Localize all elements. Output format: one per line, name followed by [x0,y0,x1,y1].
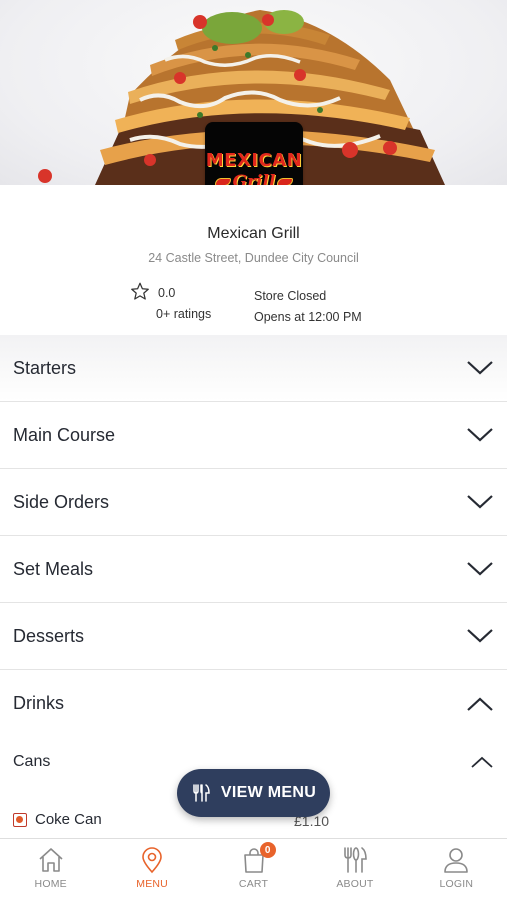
subcategory-label: Cans [13,753,51,770]
item-select-checkbox[interactable] [13,813,27,827]
chili-pepper-icon [214,177,231,185]
location-pin-icon [142,847,162,874]
category-row-side-orders[interactable]: Side Orders [0,469,507,536]
view-menu-button[interactable]: VIEW MENU [177,769,330,817]
nav-label: LOGIN [439,878,474,890]
category-label: Set Meals [13,558,94,579]
store-opening-time: Opens at 12:00 PM [254,310,362,324]
chevron-down-icon [467,629,493,643]
rating-block: 0.0 0+ ratings [130,282,250,324]
category-label: Desserts [13,625,85,646]
store-status: Store Closed Opens at 12:00 PM [254,286,362,328]
view-menu-label: VIEW MENU [220,784,317,801]
rating-value: 0.0 [158,286,176,300]
category-row-desserts[interactable]: Desserts [0,603,507,670]
star-icon [131,282,149,300]
category-list: Starters Main Course Side Orders Set Mea… [0,335,507,737]
cutlery-icon [193,784,210,802]
nav-login[interactable]: LOGIN [406,839,507,900]
logo-text-top: MEXICAN [205,149,303,171]
category-label: Starters [13,357,77,378]
category-label: Side Orders [13,491,110,512]
store-name: Mexican Grill [207,225,300,242]
rating-count: 0+ ratings [156,307,212,321]
category-row-drinks[interactable]: Drinks [0,670,507,737]
nav-about[interactable]: ABOUT [304,839,405,900]
chevron-down-icon [467,361,493,375]
chevron-down-icon [467,562,493,576]
bottom-navigation: HOME MENU 0 CART ABOUT LOGIN [0,838,507,900]
item-name: Coke Can [35,811,102,828]
cutlery-icon [344,847,367,873]
chevron-down-icon [467,495,493,509]
category-row-set-meals[interactable]: Set Meals [0,536,507,603]
category-label: Main Course [13,424,116,445]
nav-label: HOME [34,878,67,890]
nav-home[interactable]: HOME [0,839,101,900]
nav-label: MENU [136,878,168,890]
chevron-up-icon [467,697,493,711]
logo-text-bottom: Grill [232,171,276,186]
chevron-up-icon [471,756,493,768]
user-icon [444,848,469,873]
category-row-main-course[interactable]: Main Course [0,402,507,469]
restaurant-logo: MEXICAN Grill [205,122,303,185]
cart-count-badge: 0 [259,842,276,858]
store-status-text: Store Closed [254,289,327,303]
nav-label: ABOUT [336,878,374,890]
home-icon [39,848,63,872]
nav-menu[interactable]: MENU [101,839,202,900]
nav-label: CART [238,878,269,890]
chevron-down-icon [467,428,493,442]
category-row-starters[interactable]: Starters [0,335,507,402]
chili-pepper-icon [277,177,294,185]
category-label: Drinks [13,693,65,713]
nav-cart[interactable]: 0 CART [203,839,304,900]
hero-banner: MEXICAN Grill [0,0,507,185]
store-address: 24 Castle Street, Dundee City Council [148,251,359,265]
